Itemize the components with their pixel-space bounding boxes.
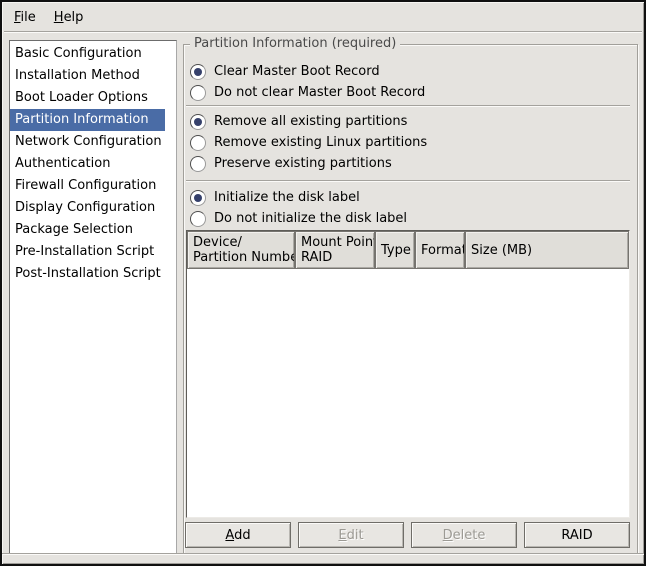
sidebar-item-installation-method[interactable]: Installation Method — [10, 65, 165, 87]
column-header-mount-point[interactable]: Mount Point/ RAID — [295, 231, 375, 269]
bottom-separator — [2, 553, 644, 555]
menubar: File Help — [4, 4, 642, 30]
sidebar-item-network-configuration[interactable]: Network Configuration — [10, 131, 165, 153]
column-header-line: Partition Number — [193, 250, 289, 265]
radio-do-not-initialize-disk-label[interactable]: Do not initialize the disk label — [186, 209, 407, 228]
sidebar-item-package-selection[interactable]: Package Selection — [10, 219, 165, 241]
sidebar-item-display-configuration[interactable]: Display Configuration — [10, 197, 165, 219]
column-header-size[interactable]: Size (MB) — [465, 231, 629, 269]
raid-button[interactable]: RAID — [524, 522, 630, 548]
column-header-line: Size (MB) — [471, 243, 623, 258]
radio-button-icon — [190, 156, 206, 172]
group-separator — [186, 105, 630, 107]
radio-label: Initialize the disk label — [214, 190, 360, 205]
radio-remove-all-partitions[interactable]: Remove all existing partitions — [186, 112, 407, 131]
delete-button[interactable]: Delete — [411, 522, 517, 548]
radio-label: Remove existing Linux partitions — [214, 135, 427, 150]
edit-button-label: Edit — [338, 528, 363, 543]
sidebar-item-authentication[interactable]: Authentication — [10, 153, 165, 175]
radio-clear-mbr[interactable]: Clear Master Boot Record — [186, 62, 380, 81]
add-button-label: Add — [225, 528, 250, 543]
partition-table-header: Device/ Partition Number Mount Point/ RA… — [187, 231, 629, 269]
radio-remove-linux-partitions[interactable]: Remove existing Linux partitions — [186, 133, 427, 152]
radio-do-not-clear-mbr[interactable]: Do not clear Master Boot Record — [186, 83, 425, 102]
radio-preserve-partitions[interactable]: Preserve existing partitions — [186, 154, 392, 173]
column-header-line: Mount Point/ — [301, 235, 369, 250]
column-header-format[interactable]: Format — [415, 231, 465, 269]
sidebar-item-post-installation-script[interactable]: Post-Installation Script — [10, 263, 165, 285]
sidebar-item-firewall-configuration[interactable]: Firewall Configuration — [10, 175, 165, 197]
radio-button-icon — [190, 85, 206, 101]
sidebar-item-pre-installation-script[interactable]: Pre-Installation Script — [10, 241, 165, 263]
radio-label: Remove all existing partitions — [214, 114, 407, 129]
partition-actions: Add Edit Delete RAID — [185, 522, 630, 548]
delete-button-label: Delete — [443, 528, 486, 543]
sidebar-item-boot-loader-options[interactable]: Boot Loader Options — [10, 87, 165, 109]
column-header-line: RAID — [301, 250, 369, 265]
edit-button[interactable]: Edit — [298, 522, 404, 548]
column-header-device[interactable]: Device/ Partition Number — [187, 231, 295, 269]
column-header-line: Format — [421, 243, 459, 258]
radio-label: Do not clear Master Boot Record — [214, 85, 425, 100]
category-list[interactable]: Basic Configuration Installation Method … — [9, 40, 177, 554]
column-header-line: Type — [381, 243, 409, 258]
radio-label: Do not initialize the disk label — [214, 211, 407, 226]
radio-button-icon — [190, 211, 206, 227]
add-button[interactable]: Add — [185, 522, 291, 548]
kickstart-configurator-window: File Help Basic Configuration Installati… — [0, 0, 646, 566]
radio-initialize-disk-label[interactable]: Initialize the disk label — [186, 188, 360, 207]
radio-button-icon — [190, 135, 206, 151]
raid-button-label: RAID — [561, 528, 592, 543]
radio-label: Preserve existing partitions — [214, 156, 392, 171]
radio-label: Clear Master Boot Record — [214, 64, 380, 79]
partition-table-body[interactable] — [187, 269, 629, 517]
partition-table[interactable]: Device/ Partition Number Mount Point/ RA… — [186, 230, 630, 518]
column-header-type[interactable]: Type — [375, 231, 415, 269]
sidebar-item-partition-information[interactable]: Partition Information — [10, 109, 165, 131]
sidebar-item-basic-configuration[interactable]: Basic Configuration — [10, 43, 165, 65]
menu-help[interactable]: Help — [45, 6, 93, 29]
group-separator — [186, 180, 630, 182]
radio-button-icon — [190, 190, 206, 206]
menubar-separator — [4, 31, 642, 33]
radio-button-icon — [190, 64, 206, 80]
radio-button-icon — [190, 114, 206, 130]
menu-file[interactable]: File — [5, 6, 45, 29]
column-header-line: Device/ — [193, 235, 289, 250]
frame-title: Partition Information (required) — [190, 36, 400, 51]
